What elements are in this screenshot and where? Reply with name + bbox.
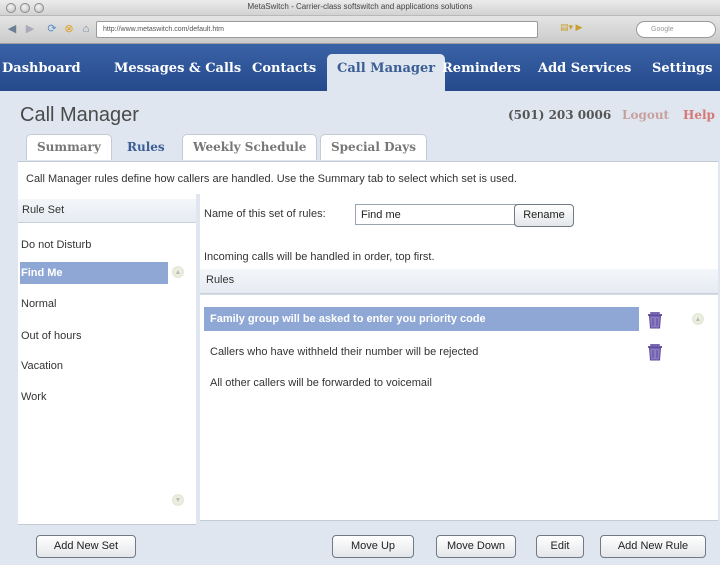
rule-row[interactable]: Family group will be asked to enter you …: [204, 307, 639, 331]
tab-rules[interactable]: Rules: [116, 134, 176, 160]
rules-panel: Call Manager rules define how callers ar…: [18, 161, 718, 565]
rule-set-name-label: Name of this set of rules:: [204, 208, 326, 220]
nav-reminders[interactable]: Reminders: [442, 57, 521, 91]
rule-actions: Move Up Move Down Edit Add New Rule: [200, 520, 718, 565]
edit-button[interactable]: Edit: [536, 535, 584, 558]
logout-link[interactable]: Logout: [622, 108, 669, 122]
rules-scroll-up-icon[interactable]: ▲: [692, 313, 704, 325]
add-new-rule-button[interactable]: Add New Rule: [600, 535, 706, 558]
help-link[interactable]: Help: [683, 108, 715, 122]
rule-set-normal[interactable]: Normal: [20, 293, 168, 315]
rules-header: Rules: [200, 269, 718, 294]
rule-set-header: Rule Set: [18, 199, 196, 223]
rule-set-vacation[interactable]: Vacation: [20, 355, 168, 377]
rule-set-scroll-up-icon[interactable]: ▲: [172, 266, 184, 278]
trash-icon[interactable]: [646, 341, 664, 361]
add-new-set-button[interactable]: Add New Set: [36, 535, 136, 558]
window-title: MetaSwitch - Carrier-class softswitch an…: [247, 2, 473, 11]
stop-icon[interactable]: ⊗: [62, 21, 76, 37]
content-area: Call Manager (501) 203 0006 Logout Help …: [0, 91, 720, 565]
search-field[interactable]: Google: [636, 21, 716, 38]
rules-list: Family group will be asked to enter you …: [200, 294, 718, 520]
rule-row[interactable]: All other callers will be forwarded to v…: [204, 371, 639, 395]
rule-set-find-me[interactable]: Find Me: [20, 262, 168, 284]
incoming-note: Incoming calls will be handled in order,…: [204, 251, 435, 263]
phone-number: (501) 203 0006: [508, 108, 612, 122]
window-titlebar: MetaSwitch - Carrier-class softswitch an…: [0, 0, 720, 16]
rule-row[interactable]: Callers who have withheld their number w…: [204, 340, 639, 364]
tab-special-days[interactable]: Special Days: [320, 134, 427, 160]
nav-add-services[interactable]: Add Services: [538, 57, 631, 91]
back-icon[interactable]: ◀: [4, 21, 20, 37]
rule-set-do-not-disturb[interactable]: Do not Disturb: [20, 234, 168, 256]
rss-icon[interactable]: ▤▾ ▶: [560, 22, 582, 33]
nav-call-manager[interactable]: Call Manager: [327, 54, 446, 91]
rule-set-name-input[interactable]: [355, 204, 523, 225]
rules-description: Call Manager rules define how callers ar…: [26, 173, 517, 185]
tab-summary[interactable]: Summary: [26, 134, 112, 160]
browser-toolbar: ◀ ▶ ⟳ ⊗ ⌂ http://www.metaswitch.com/defa…: [0, 16, 720, 44]
rule-set-scroll-down-icon[interactable]: ▼: [172, 494, 184, 506]
page-title: Call Manager: [20, 104, 139, 126]
rule-set-list: Rule Set Do not Disturb Find Me Normal O…: [18, 194, 196, 524]
rule-set-out-of-hours[interactable]: Out of hours: [20, 325, 168, 347]
move-down-button[interactable]: Move Down: [436, 535, 516, 558]
move-up-button[interactable]: Move Up: [332, 535, 414, 558]
trash-icon[interactable]: [646, 309, 664, 329]
main-nav: Dashboard Messages & Calls Contacts Call…: [0, 44, 720, 91]
rule-set-work[interactable]: Work: [20, 386, 168, 408]
rename-button[interactable]: Rename: [514, 204, 574, 227]
rule-set-actions: Add New Set: [18, 524, 196, 565]
nav-settings[interactable]: Settings: [652, 57, 712, 91]
nav-contacts[interactable]: Contacts: [252, 57, 316, 91]
home-icon[interactable]: ⌂: [78, 21, 94, 37]
nav-messages-calls[interactable]: Messages & Calls: [114, 57, 241, 91]
tab-weekly-schedule[interactable]: Weekly Schedule: [182, 134, 318, 160]
nav-dashboard[interactable]: Dashboard: [2, 57, 81, 91]
reload-icon[interactable]: ⟳: [44, 21, 60, 37]
url-field[interactable]: http://www.metaswitch.com/default.htm: [96, 21, 538, 38]
forward-icon[interactable]: ▶: [22, 21, 38, 37]
